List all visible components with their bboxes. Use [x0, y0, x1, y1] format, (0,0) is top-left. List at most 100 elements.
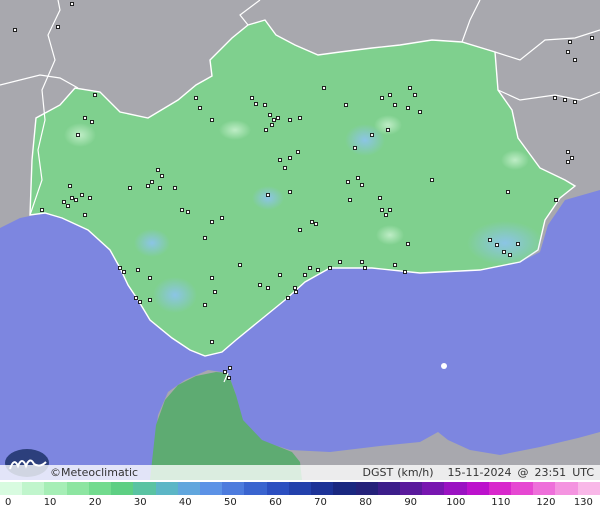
station-marker	[228, 366, 232, 370]
station-marker	[406, 106, 410, 110]
station-marker	[62, 200, 66, 204]
legend-tick: 20	[88, 497, 102, 508]
station-marker	[136, 268, 140, 272]
station-marker	[173, 186, 177, 190]
station-marker	[573, 58, 577, 62]
station-marker	[393, 263, 397, 267]
station-marker	[288, 118, 292, 122]
station-marker	[388, 93, 392, 97]
legend-swatch	[311, 482, 334, 495]
legend-tick: 30	[133, 497, 147, 508]
station-marker	[378, 196, 382, 200]
station-marker	[386, 128, 390, 132]
station-marker	[388, 208, 392, 212]
station-marker	[356, 176, 360, 180]
legend-swatch	[244, 482, 267, 495]
station-marker	[264, 128, 268, 132]
station-marker	[250, 96, 254, 100]
legend-tick: 60	[269, 497, 282, 508]
station-marker	[408, 86, 412, 90]
station-marker	[83, 116, 87, 120]
station-marker	[316, 268, 320, 272]
legend-swatch	[533, 482, 556, 495]
station-marker	[160, 174, 164, 178]
station-marker	[294, 290, 298, 294]
station-marker	[66, 204, 70, 208]
legend-swatch	[155, 482, 178, 495]
station-marker	[210, 340, 214, 344]
legend-tick: 10	[43, 497, 57, 508]
station-marker	[148, 298, 152, 302]
legend-tick-labels: 0 10 20 30 40 50 60 70 80 90 100 110 120 130	[0, 497, 600, 513]
station-marker	[210, 276, 214, 280]
station-marker	[134, 296, 138, 300]
brand-name: Meteoclimatic	[61, 466, 139, 479]
legend-tick: 130	[573, 497, 593, 508]
legend-swatch	[555, 482, 578, 495]
station-marker	[430, 178, 434, 182]
legend-swatch	[377, 482, 400, 495]
timezone-label: UTC	[572, 466, 594, 479]
station-marker	[308, 266, 312, 270]
unit-label: (km/h)	[397, 466, 434, 479]
station-marker	[83, 213, 87, 217]
station-marker	[353, 146, 357, 150]
station-marker	[288, 190, 292, 194]
legend-swatch	[444, 482, 467, 495]
station-marker	[194, 96, 198, 100]
station-marker	[272, 118, 276, 122]
station-marker	[344, 103, 348, 107]
station-marker	[488, 238, 492, 242]
station-marker	[418, 110, 422, 114]
station-marker	[88, 196, 92, 200]
at-symbol: @	[517, 466, 529, 479]
station-marker	[13, 28, 17, 32]
station-marker	[288, 156, 292, 160]
station-marker	[380, 96, 384, 100]
station-marker	[314, 222, 318, 226]
legend-tick: 80	[359, 497, 372, 508]
legend-swatch	[66, 482, 89, 495]
legend-tick: 90	[404, 497, 418, 508]
legend-swatch	[199, 482, 223, 495]
station-marker	[254, 102, 258, 106]
station-marker	[566, 150, 570, 154]
station-marker	[278, 273, 282, 277]
legend-swatch	[44, 482, 67, 495]
station-marker	[566, 160, 570, 164]
station-marker	[223, 370, 227, 374]
legend-swatch	[333, 482, 356, 495]
station-marker	[516, 242, 520, 246]
station-marker	[150, 180, 154, 184]
station-marker	[210, 220, 214, 224]
legend-swatch	[488, 482, 512, 495]
station-marker	[238, 263, 242, 267]
station-marker	[158, 186, 162, 190]
station-marker	[278, 158, 282, 162]
station-marker	[298, 116, 302, 120]
station-marker	[363, 266, 367, 270]
station-marker	[495, 243, 499, 247]
station-marker	[303, 273, 307, 277]
station-marker	[268, 113, 272, 117]
station-marker	[298, 228, 302, 232]
station-marker	[56, 25, 60, 29]
station-marker	[568, 40, 572, 44]
legend-tick: 120	[536, 497, 556, 508]
station-marker	[266, 286, 270, 290]
gust-spot-malaga	[467, 221, 543, 265]
legend-swatch	[511, 482, 534, 495]
legend-tick: 70	[314, 497, 327, 508]
station-marker	[213, 290, 217, 294]
station-marker	[70, 2, 74, 6]
legend-swatch	[133, 482, 156, 495]
legend-swatch	[177, 482, 200, 495]
date-label: 15-11-2024	[447, 466, 512, 479]
station-marker	[554, 198, 558, 202]
station-marker	[296, 150, 300, 154]
station-marker	[360, 183, 364, 187]
station-marker	[258, 283, 262, 287]
legend-swatch	[111, 482, 134, 495]
legend-swatch	[577, 482, 600, 495]
station-marker	[68, 184, 72, 188]
